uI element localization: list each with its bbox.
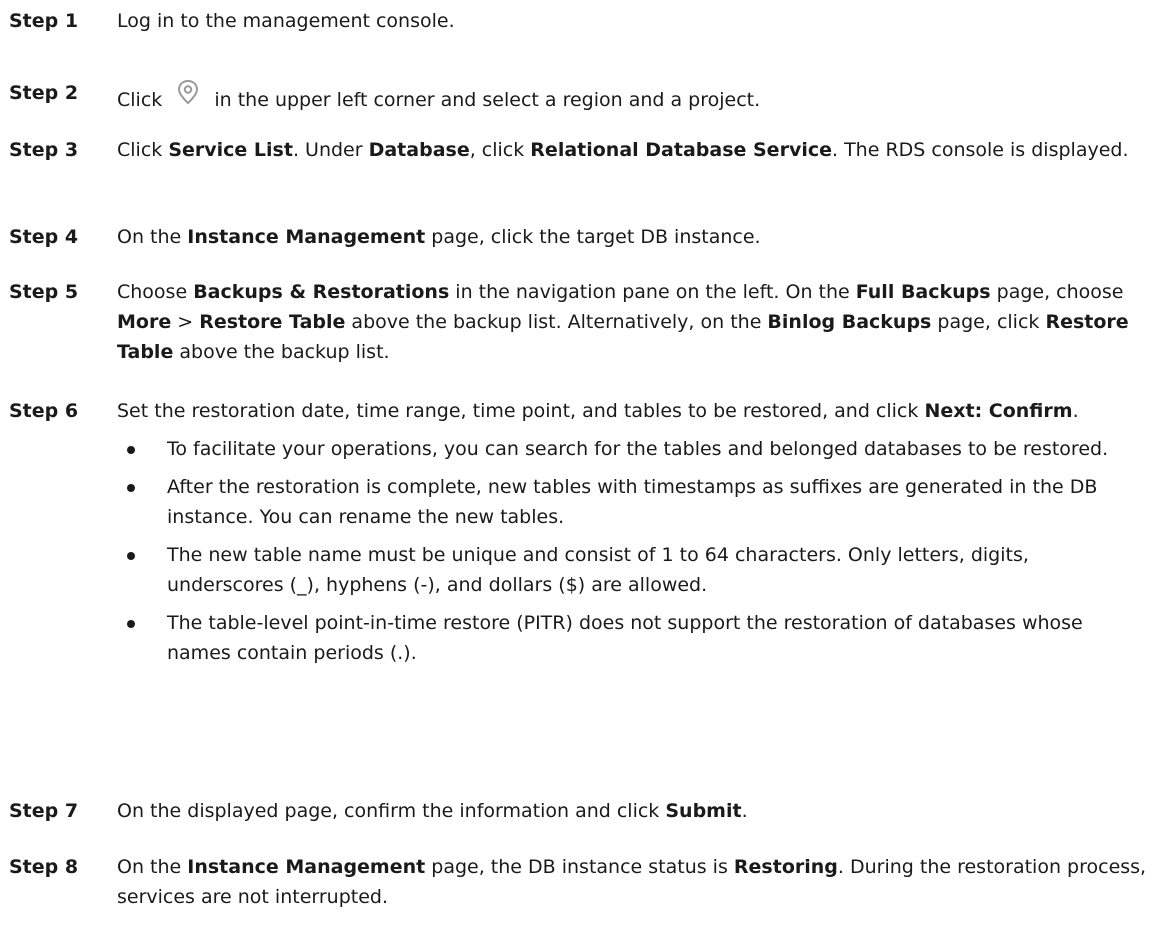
step-label: Step 5 (9, 281, 79, 303)
step-label: Step 8 (9, 856, 79, 878)
step-5: Step 5 Choose Backups & Restorations in … (0, 277, 1161, 367)
bullet-icon (127, 446, 135, 454)
step-text-post: in the upper left corner and select a re… (214, 89, 761, 111)
procedure-document: Step 1 Log in to the management console.… (0, 0, 1161, 942)
step-text-pre: Click (117, 89, 163, 111)
step-text: Choose Backups & Restorations in the nav… (117, 277, 1147, 367)
bullet-icon (127, 620, 135, 628)
list-item: The new table name must be unique and co… (117, 540, 1147, 600)
step-text: On the Instance Management page, click t… (117, 222, 1147, 252)
text-run: On the (117, 856, 188, 878)
ui-term: Relational Database Service (530, 139, 832, 161)
text-run: On the (117, 226, 188, 248)
list-item: After the restoration is complete, new t… (117, 472, 1147, 532)
step-7: Step 7 On the displayed page, confirm th… (0, 796, 1161, 826)
step-2: Step 2 Click in the upper left corner an… (0, 78, 1161, 115)
ui-term: Restoring (733, 856, 838, 878)
list-item-text: The table-level point-in-time restore (P… (167, 612, 1083, 664)
ui-term: Next: Confirm (924, 400, 1073, 422)
text-run: page, choose (990, 281, 1124, 303)
text-run: . (1072, 400, 1079, 422)
step-text: Log in to the management console. (117, 10, 455, 32)
text-run: Set the restoration date, time range, ti… (117, 400, 925, 422)
ui-term: Restore Table (199, 311, 346, 333)
text-run: page, click (931, 311, 1046, 333)
note-list: To facilitate your operations, you can s… (117, 434, 1147, 668)
ui-term: Backups & Restorations (193, 281, 450, 303)
step-label: Step 3 (9, 139, 79, 161)
text-run: page, the DB instance status is (425, 856, 734, 878)
ui-term: Full Backups (855, 281, 991, 303)
step-8: Step 8 On the Instance Management page, … (0, 852, 1161, 912)
step-6: Step 6 Set the restoration date, time ra… (0, 396, 1161, 676)
step-label: Step 1 (9, 10, 79, 32)
ui-term: More (117, 311, 172, 333)
list-item: To facilitate your operations, you can s… (117, 434, 1147, 464)
step-label: Step 2 (9, 82, 79, 104)
text-run: > (171, 311, 200, 333)
ui-term: Binlog Backups (767, 311, 932, 333)
list-item-text: The new table name must be unique and co… (167, 544, 1029, 596)
step-text: Set the restoration date, time range, ti… (117, 396, 1147, 668)
text-run: in the navigation pane on the left. On t… (449, 281, 856, 303)
ui-term: Database (368, 139, 470, 161)
step-3: Step 3 Click Service List. Under Databas… (0, 135, 1161, 165)
list-item-text: To facilitate your operations, you can s… (167, 438, 1109, 460)
text-run: On the displayed page, confirm the infor… (117, 800, 666, 822)
text-run: above the backup list. (173, 341, 390, 363)
list-item-text: After the restoration is complete, new t… (167, 476, 1098, 528)
ui-term: Instance Management (187, 856, 426, 878)
bullet-icon (127, 484, 135, 492)
ui-term: Service List (168, 139, 293, 161)
ui-term: Submit (665, 800, 742, 822)
text-run: . (741, 800, 748, 822)
step-text: On the Instance Management page, the DB … (117, 852, 1147, 912)
step-4: Step 4 On the Instance Management page, … (0, 222, 1161, 252)
text-run: Choose (117, 281, 194, 303)
step-text: On the displayed page, confirm the infor… (117, 796, 1147, 826)
ui-term: Instance Management (187, 226, 426, 248)
text-run: page, click the target DB instance. (425, 226, 761, 248)
text-run: above the backup list. Alternatively, on… (345, 311, 768, 333)
step-text: Click Service List. Under Database, clic… (117, 135, 1147, 165)
text-run: . The RDS console is displayed. (832, 139, 1129, 161)
step-label: Step 6 (9, 400, 79, 422)
step-1: Step 1 Log in to the management console. (0, 6, 1161, 36)
text-run: , click (469, 139, 531, 161)
step-text: Click in the upper left corner and selec… (117, 78, 1147, 115)
location-pin-icon (168, 78, 208, 108)
bullet-icon (127, 552, 135, 560)
step-label: Step 4 (9, 226, 79, 248)
text-run: . Under (292, 139, 369, 161)
step-label: Step 7 (9, 800, 79, 822)
list-item: The table-level point-in-time restore (P… (117, 608, 1147, 668)
text-run: Click (117, 139, 169, 161)
